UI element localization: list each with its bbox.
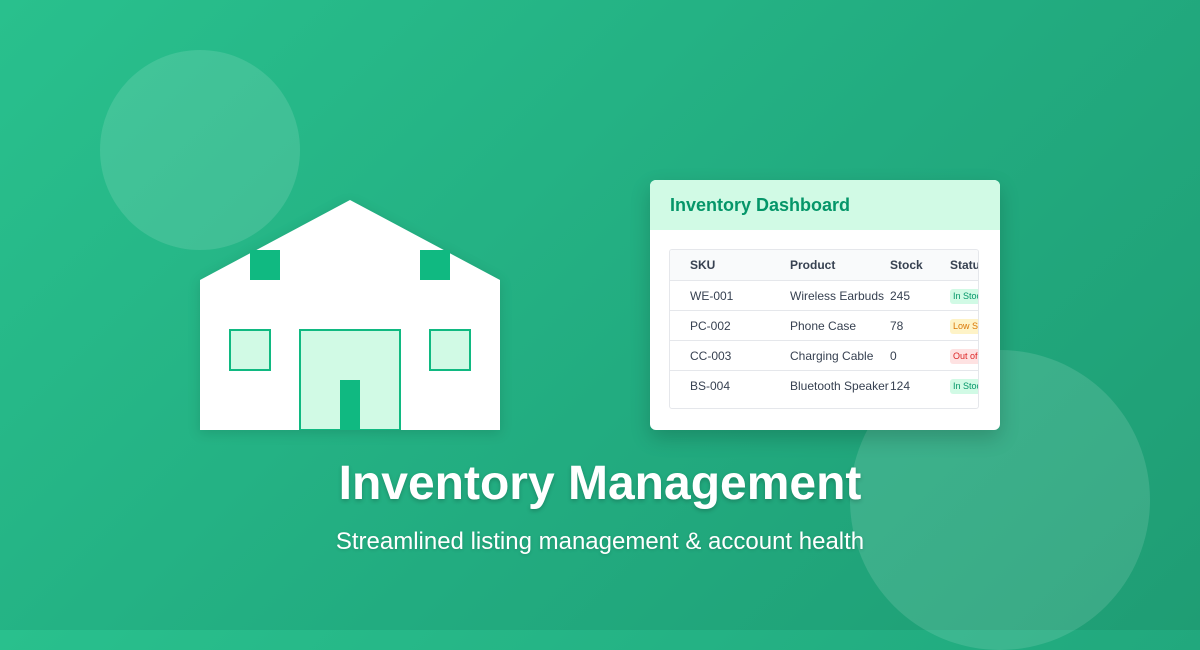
stock-cell: 245 bbox=[890, 280, 950, 311]
table-row[interactable]: WE-001 Wireless Earbuds 245 In Stock bbox=[670, 280, 978, 311]
table-row[interactable]: CC-003 Charging Cable 0 Out of Stock bbox=[670, 340, 978, 371]
table-row[interactable]: BS-004 Bluetooth Speaker 124 In Stock bbox=[670, 371, 978, 401]
sku-cell: PC-002 bbox=[670, 310, 770, 341]
stock-cell: 78 bbox=[890, 310, 950, 341]
dashboard-title: Inventory Dashboard bbox=[670, 194, 851, 215]
table-row[interactable]: PC-002 Phone Case 78 Low Stock bbox=[670, 310, 978, 341]
product-cell: Charging Cable bbox=[770, 340, 890, 371]
status-badge: Out of Stock bbox=[950, 348, 978, 364]
product-cell: Wireless Earbuds bbox=[770, 280, 890, 311]
sku-cell: WE-001 bbox=[670, 280, 770, 311]
column-header-stock[interactable]: Stock bbox=[890, 250, 950, 281]
sku-cell: CC-003 bbox=[670, 340, 770, 371]
sku-cell: BS-004 bbox=[690, 378, 731, 393]
column-header-status[interactable]: Status bbox=[950, 250, 978, 281]
product-cell: Bluetooth Speaker bbox=[790, 378, 889, 393]
inventory-table: SKU Product Stock Status WE-001 Wireless… bbox=[669, 249, 979, 409]
hero-title: Inventory Management bbox=[338, 457, 862, 510]
column-header-sku[interactable]: SKU bbox=[670, 250, 770, 281]
stock-cell: 124 bbox=[890, 378, 911, 393]
status-badge: Low Stock bbox=[950, 318, 978, 334]
dashboard-header: Inventory Dashboard bbox=[650, 180, 1000, 230]
warehouse-icon bbox=[200, 200, 500, 430]
table-header-row: SKU Product Stock Status bbox=[670, 250, 978, 281]
inventory-dashboard-card: Inventory Dashboard SKU Product Stock St… bbox=[650, 180, 1000, 430]
column-header-product[interactable]: Product bbox=[770, 250, 890, 281]
status-badge: In Stock bbox=[950, 378, 978, 394]
hero-subtitle: Streamlined listing management & account… bbox=[335, 528, 865, 555]
product-cell: Phone Case bbox=[770, 310, 890, 341]
stock-cell: 0 bbox=[890, 340, 950, 371]
status-badge: In Stock bbox=[950, 288, 978, 304]
